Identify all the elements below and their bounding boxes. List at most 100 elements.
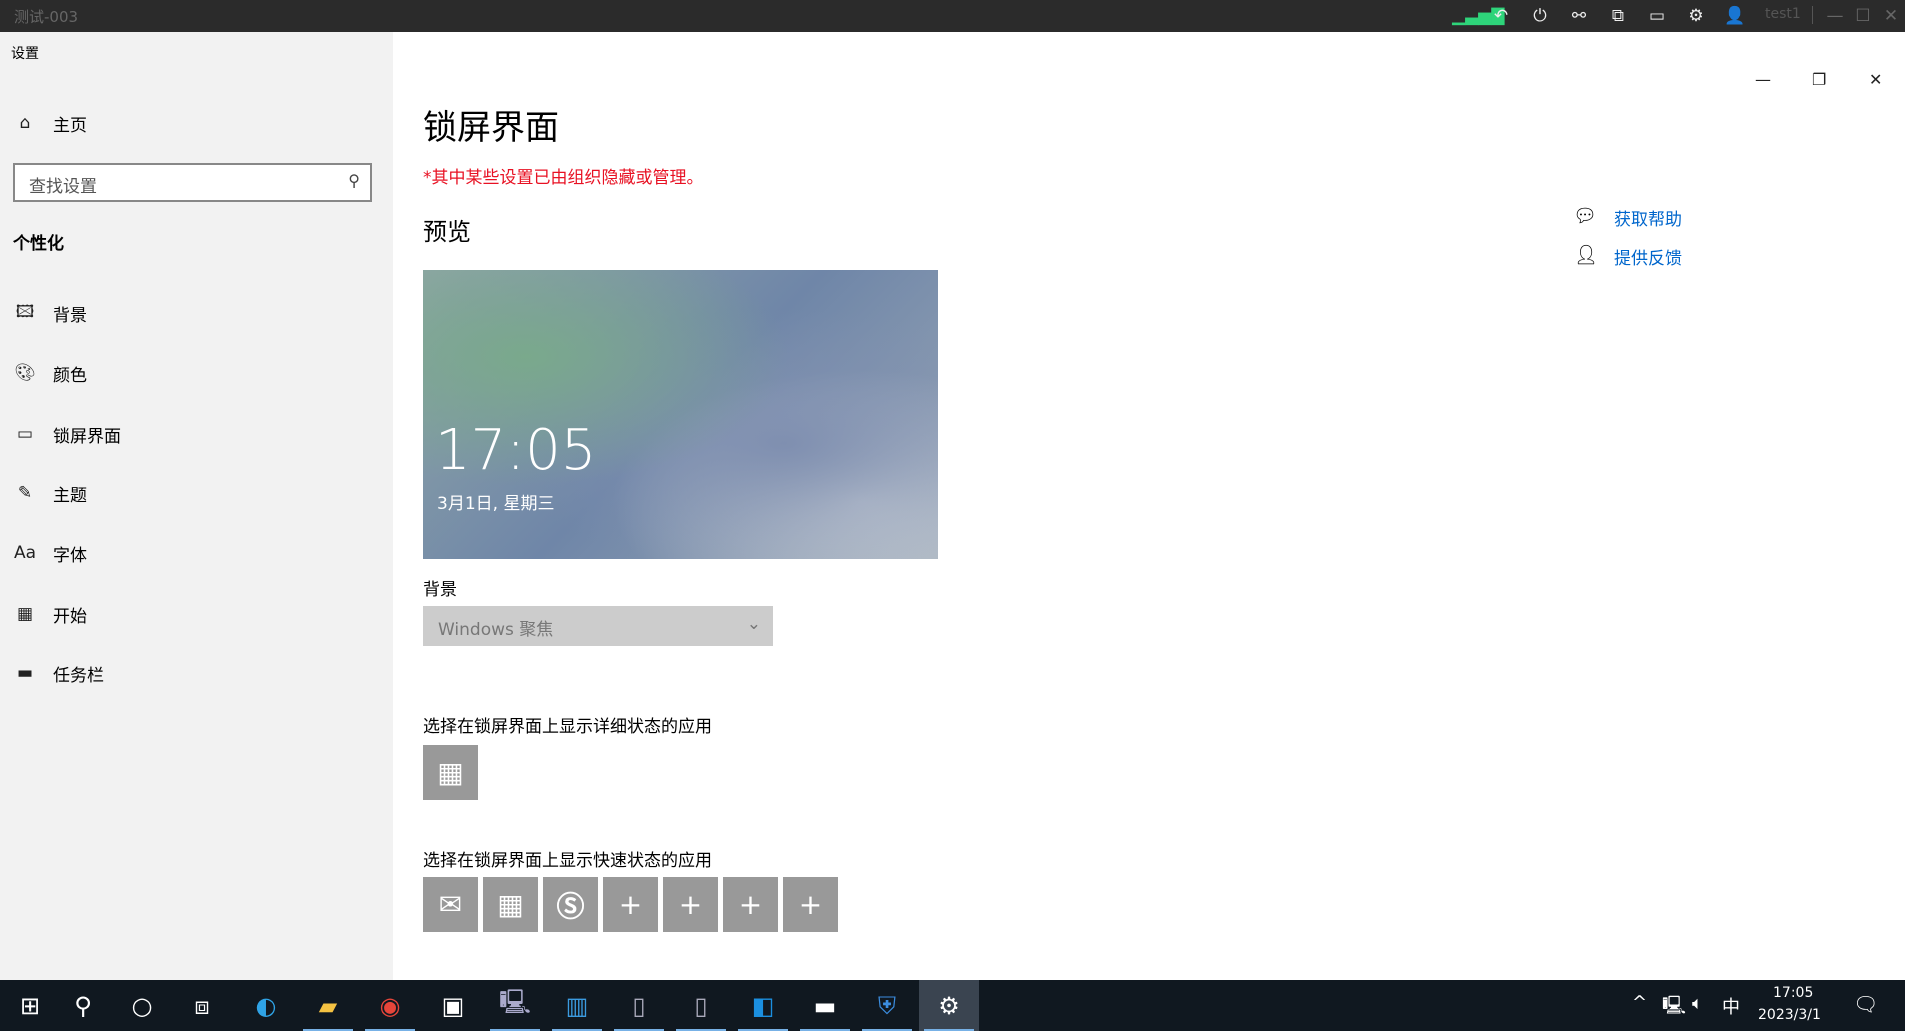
home-icon: ⌂ xyxy=(19,113,31,133)
preview-time: 17:05 xyxy=(435,418,597,483)
taskbar-icon: ▬ xyxy=(16,663,34,683)
sidebar-item-label: 主页 xyxy=(53,115,87,136)
font-icon: Aa xyxy=(13,543,37,563)
task-view-button[interactable]: ⧈ xyxy=(172,980,232,1031)
sidebar-item-label: 字体 xyxy=(53,545,87,566)
taskbar-app[interactable]: 🖳 xyxy=(485,980,545,1031)
background-dropdown[interactable]: Windows 聚焦 ⌄ xyxy=(423,606,773,646)
plus-icon: + xyxy=(738,888,763,921)
volume-icon[interactable]: 🔈︎ xyxy=(1692,993,1703,1014)
lockscreen-preview: 17:05 3月1日, 星期三 xyxy=(423,270,938,559)
sidebar-item-colors[interactable]: 🎨︎ 颜色 xyxy=(0,350,393,396)
undo-icon[interactable]: ↶ xyxy=(1490,5,1512,27)
taskbar-app[interactable]: ▯ xyxy=(609,980,669,1031)
sidebar-item-start[interactable]: ▦ 开始 xyxy=(0,591,393,637)
cortana-button[interactable]: ○ xyxy=(112,980,172,1031)
taskbar-app[interactable]: ◧ xyxy=(733,980,793,1031)
plus-icon: + xyxy=(618,888,643,921)
minimize-icon[interactable]: — xyxy=(1824,5,1846,27)
clock-time[interactable]: 17:05 xyxy=(1773,985,1813,1001)
search-button[interactable]: ⚲ xyxy=(53,980,113,1031)
sidebar-item-lockscreen[interactable]: ▭ 锁屏界面 xyxy=(0,411,393,457)
quick-app-add[interactable]: + xyxy=(783,877,838,932)
divider xyxy=(1812,6,1813,24)
switch-window-icon[interactable]: ⧉ xyxy=(1607,5,1629,27)
remote-session-bar: 测试-003 ▁▃▅▇ ↶ ⏻ ⚯ ⧉ ▭ ⚙ 👤 test1 — ☐ ✕ xyxy=(0,0,1905,32)
gear-icon: ⚙ xyxy=(938,991,960,1020)
circle-icon: ○ xyxy=(131,991,153,1020)
terminal-icon: ▬ xyxy=(813,991,837,1020)
sidebar-item-label: 颜色 xyxy=(53,365,87,386)
power-icon[interactable]: ⏻ xyxy=(1529,5,1551,27)
app-icon: ◧ xyxy=(751,991,775,1020)
sidebar-item-fonts[interactable]: Aa 字体 xyxy=(0,530,393,576)
window-icon[interactable]: ▭ xyxy=(1646,5,1668,27)
detail-app-calendar[interactable]: ▦ xyxy=(423,745,478,800)
taskbar-app[interactable]: ▯ xyxy=(671,980,731,1031)
clock-date[interactable]: 2023/3/1 xyxy=(1758,1007,1821,1023)
folder-icon: ▰ xyxy=(318,991,338,1020)
start-button[interactable]: ⊞ xyxy=(0,980,60,1031)
search-input[interactable]: 查找设置 ⚲ xyxy=(13,163,372,202)
document-icon: ▯ xyxy=(694,991,708,1020)
mail-icon: ✉ xyxy=(438,888,463,921)
computer-icon: 🖳 xyxy=(498,988,532,1016)
ime-indicator[interactable]: 中 xyxy=(1722,993,1740,1019)
close-icon[interactable]: ✕ xyxy=(1880,5,1902,27)
network-icon[interactable]: 🖳 xyxy=(1662,993,1686,1023)
taskbar-app[interactable]: ▣ xyxy=(423,980,483,1031)
section-heading: 个性化 xyxy=(13,234,64,254)
palette-icon: 🎨︎ xyxy=(14,363,36,383)
calendar-icon: ▦ xyxy=(497,888,524,921)
chevron-up-icon[interactable]: ^ xyxy=(1632,992,1647,1013)
taskbar-terminal[interactable]: ▬ xyxy=(795,980,855,1031)
skype-icon: Ⓢ xyxy=(556,889,585,923)
dropdown-value: Windows 聚焦 xyxy=(438,620,554,640)
taskbar-explorer[interactable]: ▰ xyxy=(298,980,358,1031)
quick-app-skype[interactable]: Ⓢ xyxy=(543,877,598,932)
quick-app-add[interactable]: + xyxy=(603,877,658,932)
search-icon: ⚲ xyxy=(74,991,92,1020)
sidebar-item-themes[interactable]: ✎ 主题 xyxy=(0,470,393,516)
sidebar-item-label: 背景 xyxy=(53,305,87,326)
taskbar-settings[interactable]: ⚙ xyxy=(919,980,979,1031)
chevron-down-icon: ⌄ xyxy=(746,614,761,634)
main-content: — ❐ ✕ 锁屏界面 *其中某些设置已由组织隐藏或管理。 预览 17:05 3月… xyxy=(393,32,1905,980)
preview-heading: 预览 xyxy=(423,218,471,246)
policy-notice: *其中某些设置已由组织隐藏或管理。 xyxy=(423,168,704,188)
quick-app-add[interactable]: + xyxy=(723,877,778,932)
taskbar-security[interactable]: ⛨ xyxy=(857,980,917,1031)
taskbar-edge[interactable]: ◐ xyxy=(236,980,296,1031)
minimize-button[interactable]: — xyxy=(1755,70,1771,89)
app-title: 设置 xyxy=(11,46,39,62)
quick-status-label: 选择在锁屏界面上显示快速状态的应用 xyxy=(423,851,712,871)
sidebar: 设置 ⌂ 主页 查找设置 ⚲ 个性化 🖾 背景 🎨︎ 颜色 ▭ 锁屏界面 ✎ 主题 Aa 字… xyxy=(0,32,393,980)
close-button[interactable]: ✕ xyxy=(1869,70,1882,89)
quick-app-calendar[interactable]: ▦ xyxy=(483,877,538,932)
notification-icon[interactable]: 🗨︎ xyxy=(1853,992,1878,1016)
taskbar-app[interactable]: ▥ xyxy=(547,980,607,1031)
maximize-icon[interactable]: ☐ xyxy=(1852,5,1874,27)
get-help-link[interactable]: 获取帮助 xyxy=(1614,205,1682,230)
disconnect-icon[interactable]: ⚯ xyxy=(1568,5,1590,27)
edge-icon: ◐ xyxy=(255,991,277,1020)
taskbar-chrome[interactable]: ◉ xyxy=(360,980,420,1031)
windows-icon: ⊞ xyxy=(19,991,41,1020)
sidebar-item-taskbar[interactable]: ▬ 任务栏 xyxy=(0,650,393,696)
quick-app-add[interactable]: + xyxy=(663,877,718,932)
search-icon[interactable]: ⚲ xyxy=(348,171,360,190)
restore-button[interactable]: ❐ xyxy=(1812,70,1826,89)
preview-date: 3月1日, 星期三 xyxy=(437,494,555,514)
feedback-link[interactable]: 提供反馈 xyxy=(1614,244,1682,269)
start-icon: ▦ xyxy=(16,604,34,624)
quick-app-mail[interactable]: ✉ xyxy=(423,877,478,932)
sidebar-item-background[interactable]: 🖾 背景 xyxy=(0,290,393,336)
lockscreen-icon: ▭ xyxy=(16,424,34,444)
background-label: 背景 xyxy=(423,580,457,600)
shield-icon: ⛨ xyxy=(878,991,896,1020)
gear-icon[interactable]: ⚙ xyxy=(1685,5,1707,27)
signal-icon: ▁▃▅▇ xyxy=(1452,6,1505,26)
sidebar-item-home[interactable]: ⌂ 主页 xyxy=(0,100,393,146)
user-info-icon[interactable]: 👤 xyxy=(1724,5,1746,27)
app-icon: ▣ xyxy=(441,991,465,1020)
